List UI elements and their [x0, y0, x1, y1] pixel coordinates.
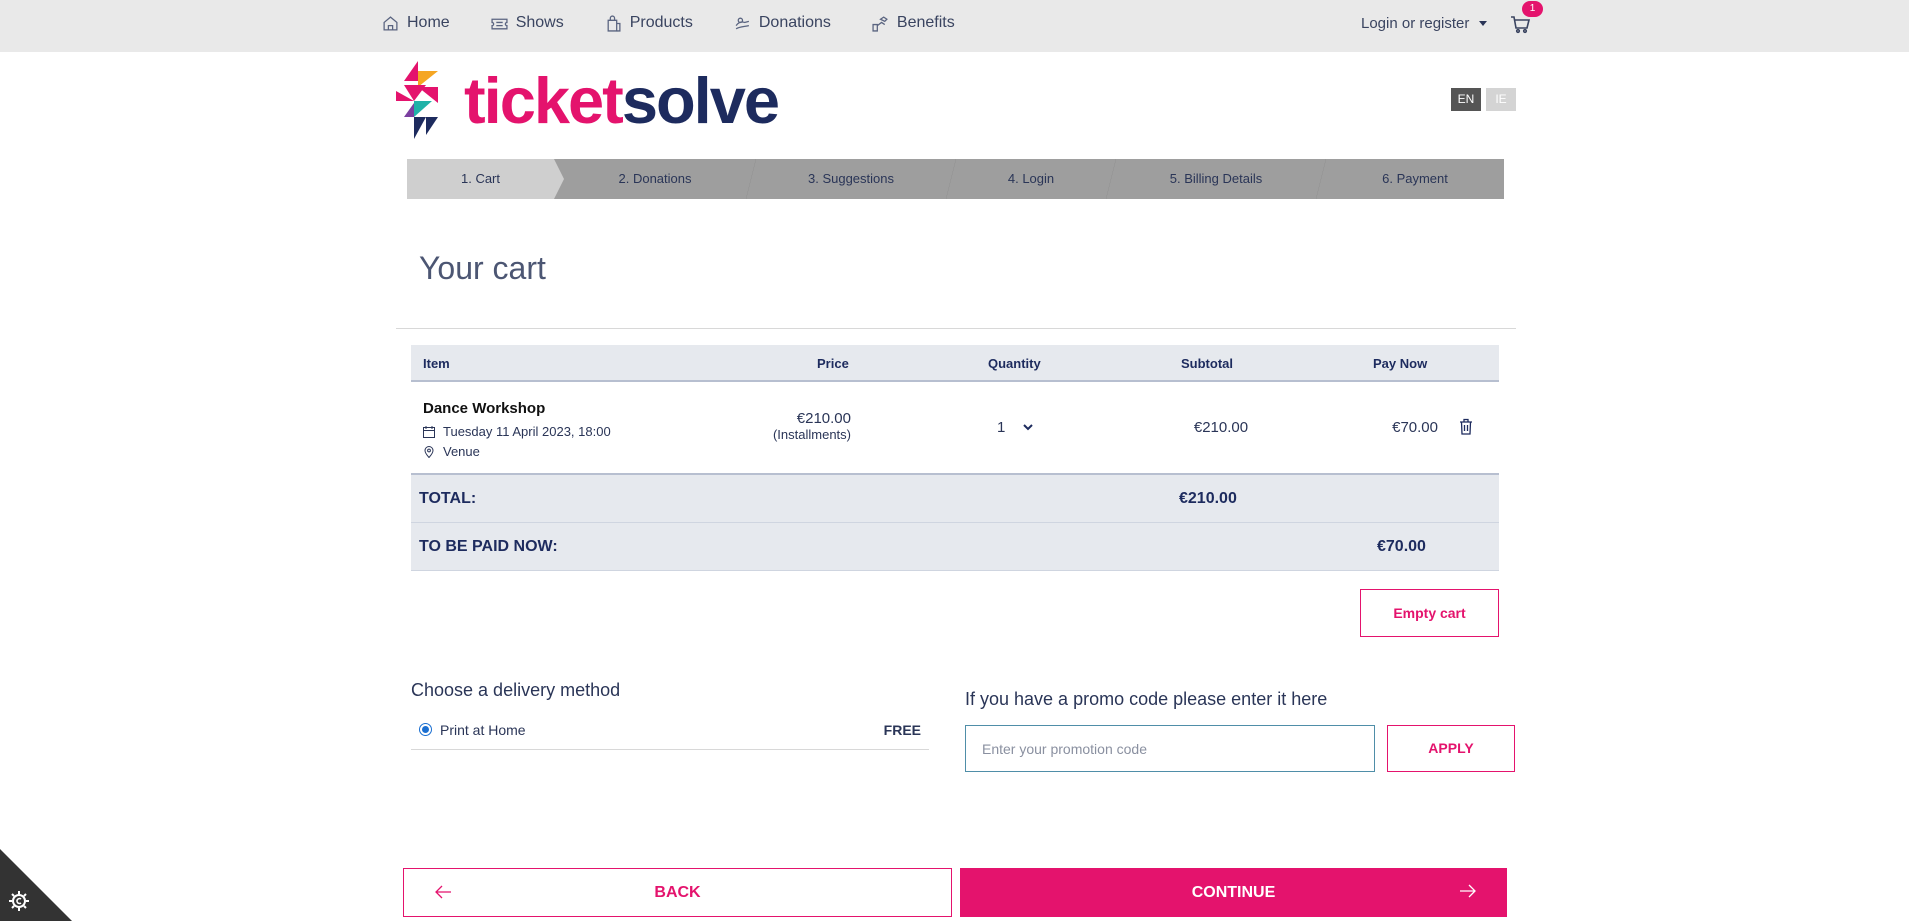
basket-icon[interactable]	[1510, 14, 1532, 34]
checkout-steps: 1. Cart 2. Donations 3. Suggestions 4. L…	[407, 159, 1504, 199]
delivery-option-price: FREE	[883, 722, 921, 738]
delete-item-icon[interactable]	[1459, 418, 1473, 435]
delivery-method-title: Choose a delivery method	[411, 680, 621, 700]
cart-table: Item Price Quantity Subtotal Pay Now Dan…	[411, 345, 1499, 571]
caret-down-icon	[1479, 21, 1488, 26]
nav-donations-label: Donations	[758, 14, 831, 31]
header-subtotal: Subtotal	[1181, 356, 1233, 371]
item-date: Tuesday 11 April 2023, 18:00	[423, 424, 611, 439]
home-icon	[383, 15, 398, 31]
nav-benefits-label: Benefits	[896, 14, 955, 31]
logo-wordmark: ticketsolve	[464, 68, 780, 133]
delivery-radio[interactable]	[419, 723, 432, 736]
quantity-select[interactable]: 1	[997, 419, 1034, 436]
total-row: TOTAL: €210.00	[411, 475, 1499, 523]
language-en-button[interactable]: EN	[1451, 88, 1481, 111]
item-pay-now: €70.00	[1392, 419, 1438, 436]
item-name: Dance Workshop	[423, 400, 546, 417]
login-register-dropdown[interactable]: Login or register	[1361, 15, 1488, 32]
shopping-bag-icon	[607, 14, 621, 32]
total-label: TOTAL:	[419, 490, 477, 507]
paid-now-value: €70.00	[1377, 538, 1426, 555]
ticketsolve-logo[interactable]: ticketsolve	[396, 60, 780, 140]
total-value: €210.00	[1179, 490, 1237, 507]
divider	[396, 328, 1516, 329]
logo-word-solve: solve	[621, 63, 780, 137]
cart-table-header: Item Price Quantity Subtotal Pay Now	[411, 345, 1499, 382]
step-donations: 2. Donations	[618, 171, 692, 186]
delivery-option[interactable]: Print at Home FREE	[411, 716, 929, 750]
nav-home-label: Home	[407, 14, 450, 31]
calendar-icon	[423, 425, 435, 438]
header-price: Price	[817, 356, 849, 371]
item-venue-text: Venue	[443, 444, 480, 459]
paid-now-row: TO BE PAID NOW: €70.00	[411, 523, 1499, 571]
step-separator	[1316, 159, 1326, 199]
step-cart: 1. Cart	[407, 159, 564, 199]
nav-shows-label: Shows	[515, 14, 564, 31]
arrow-left-icon	[435, 885, 451, 899]
header-pay-now: Pay Now	[1373, 356, 1428, 371]
page-title: Your cart	[419, 250, 546, 286]
promo-code-input[interactable]	[965, 725, 1375, 772]
item-venue: Venue	[423, 444, 480, 459]
paid-now-label: TO BE PAID NOW:	[419, 538, 558, 555]
header-item: Item	[423, 356, 450, 371]
back-label: BACK	[654, 884, 701, 901]
item-price-value: €210.00	[796, 410, 851, 427]
nav-products[interactable]: Products	[605, 12, 693, 34]
step-cart-label: 1. Cart	[460, 171, 500, 186]
language-ie-button[interactable]: IE	[1486, 88, 1516, 111]
delivery-option-label: Print at Home	[440, 722, 526, 738]
logo-word-ticket: ticket	[464, 63, 624, 137]
nav-shows[interactable]: Shows	[491, 12, 564, 34]
empty-cart-button[interactable]: Empty cart	[1360, 589, 1499, 637]
continue-label: CONTINUE	[1191, 884, 1276, 901]
nav-home[interactable]: Home	[382, 12, 450, 34]
header-quantity: Quantity	[988, 356, 1041, 371]
step-payment: 6. Payment	[1382, 171, 1448, 186]
cookie-settings-icon[interactable]	[8, 890, 30, 912]
donation-icon	[735, 17, 749, 29]
continue-button[interactable]: CONTINUE	[960, 868, 1507, 917]
benefits-icon	[872, 15, 888, 32]
item-subtotal: €210.00	[1193, 419, 1249, 436]
back-button[interactable]: BACK	[403, 868, 952, 917]
nav-products-label: Products	[629, 14, 693, 31]
top-navigation-bar: Home Shows Products Donations Benefits L…	[0, 0, 1909, 52]
step-separator	[1106, 159, 1116, 199]
ticket-icon	[491, 18, 508, 29]
promo-code-title: If you have a promo code please enter it…	[965, 689, 1328, 709]
nav-donations[interactable]: Donations	[734, 12, 831, 34]
cart-count-badge: 1	[1522, 1, 1543, 17]
login-label: Login or register	[1361, 15, 1470, 32]
main-nav: Home Shows Products Donations Benefits	[382, 12, 996, 34]
quantity-value: 1	[997, 419, 1006, 436]
step-separator	[746, 159, 756, 199]
apply-promo-button[interactable]: APPLY	[1387, 725, 1515, 772]
location-pin-icon	[424, 445, 434, 458]
item-price-note: (Installments)	[772, 427, 851, 442]
chevron-down-icon	[1023, 424, 1034, 431]
step-separator	[946, 159, 956, 199]
arrow-right-icon	[1460, 884, 1476, 898]
logo-mark-icon	[396, 61, 438, 139]
step-suggestions: 3. Suggestions	[807, 171, 894, 186]
step-login: 4. Login	[1007, 171, 1055, 186]
step-billing-details: 5. Billing Details	[1169, 171, 1263, 186]
item-date-text: Tuesday 11 April 2023, 18:00	[443, 424, 611, 439]
item-price: €210.00 (Installments)	[773, 410, 851, 442]
nav-benefits[interactable]: Benefits	[872, 12, 955, 34]
table-row: Dance Workshop Tuesday 11 April 2023, 18…	[411, 382, 1499, 475]
